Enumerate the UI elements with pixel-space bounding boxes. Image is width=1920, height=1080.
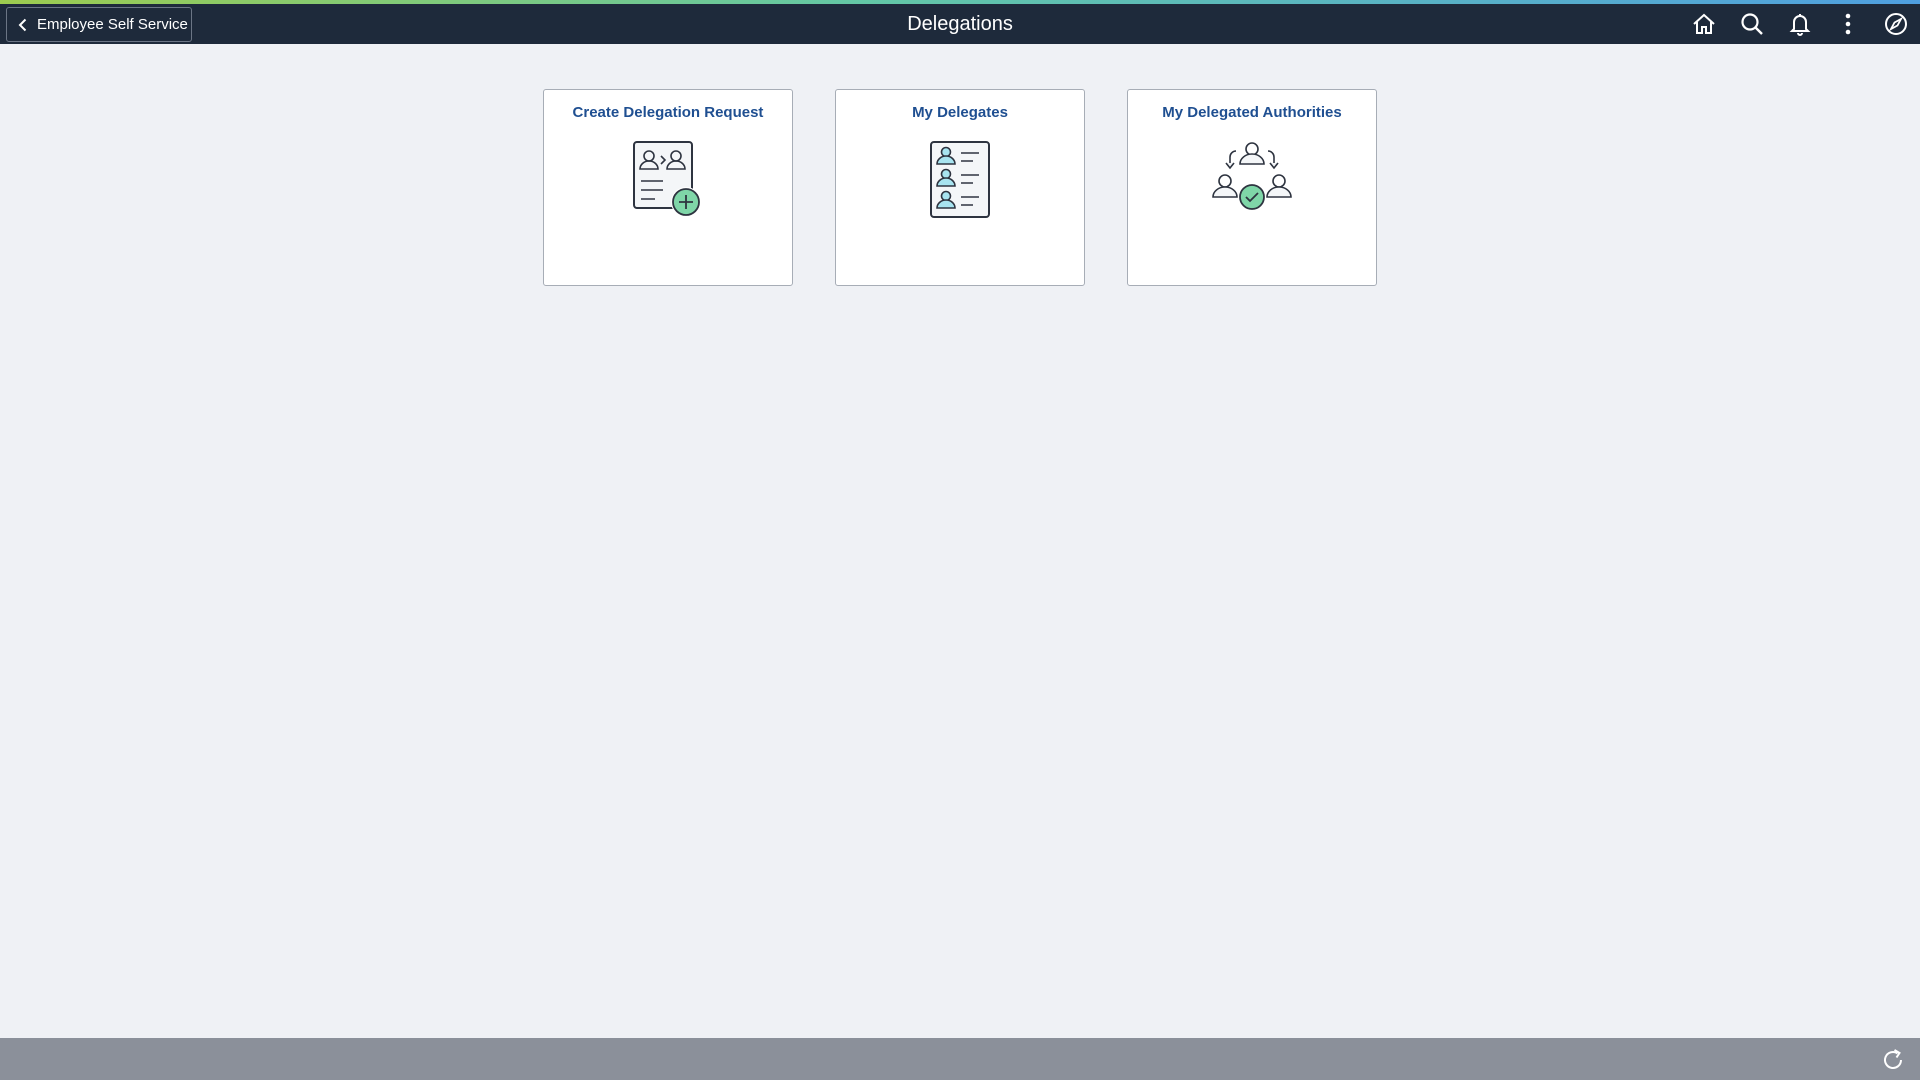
more-vertical-icon xyxy=(1845,13,1851,35)
home-button[interactable] xyxy=(1680,4,1728,44)
page-title: Delegations xyxy=(907,13,1013,35)
header-actions xyxy=(1680,4,1920,44)
delegation-request-add-icon xyxy=(633,141,701,217)
bell-icon xyxy=(1789,14,1811,36)
back-button-label: Employee Self Service xyxy=(37,16,188,33)
tile-title: Create Delegation Request xyxy=(572,104,764,121)
search-icon xyxy=(1741,13,1763,35)
tile-title: My Delegated Authorities xyxy=(1162,104,1342,121)
home-icon xyxy=(1693,13,1715,34)
tile-title: My Delegates xyxy=(912,104,1008,121)
refresh-icon[interactable] xyxy=(1880,1047,1906,1073)
app-header: Delegations Employee Self Service xyxy=(0,4,1920,44)
notifications-button[interactable] xyxy=(1776,4,1824,44)
navbar-button[interactable] xyxy=(1872,4,1920,44)
tile-grid: Create Delegation Request My Delegates M… xyxy=(543,89,1377,286)
tile-create-delegation-request[interactable]: Create Delegation Request xyxy=(543,89,793,286)
tile-my-delegates[interactable]: My Delegates xyxy=(835,89,1085,286)
tile-my-delegated-authorities[interactable]: My Delegated Authorities xyxy=(1127,89,1377,286)
actions-menu-button[interactable] xyxy=(1824,4,1872,44)
delegated-authorities-icon xyxy=(1212,142,1292,211)
chevron-left-icon xyxy=(18,18,27,31)
footer-bar xyxy=(0,1038,1920,1080)
compass-icon xyxy=(1885,13,1907,35)
back-button[interactable]: Employee Self Service xyxy=(6,7,192,42)
delegates-list-icon xyxy=(930,141,990,218)
search-button[interactable] xyxy=(1728,4,1776,44)
